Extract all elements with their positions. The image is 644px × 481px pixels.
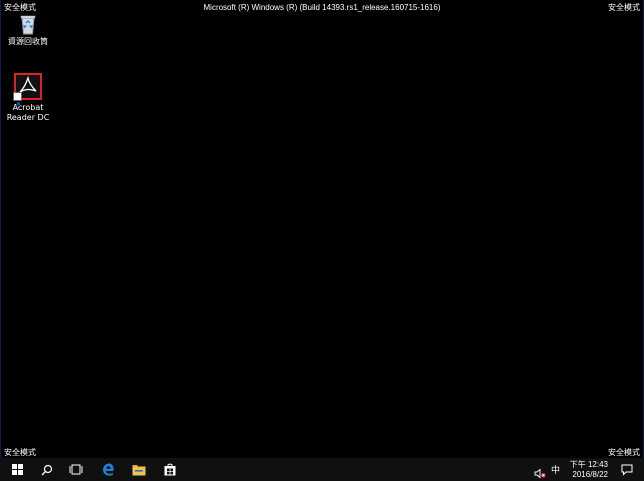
system-tray: 中 下午 12:43 2016/8/22 — [514, 458, 644, 481]
acrobat-reader-icon — [13, 73, 42, 108]
windows-logo-icon — [11, 464, 23, 475]
desktop-icon-label: 資源回收筒 — [8, 37, 48, 46]
store-button[interactable] — [155, 458, 185, 481]
notification-icon — [621, 464, 633, 476]
search-button[interactable] — [32, 458, 62, 481]
desktop-icon-recycle-bin[interactable]: 資源回收筒 — [3, 11, 53, 47]
file-explorer-button[interactable] — [124, 458, 154, 481]
store-icon — [164, 463, 176, 476]
safe-mode-label-bottom-right: 安全模式 — [608, 448, 640, 457]
windows-build-watermark: Microsoft (R) Windows (R) (Build 14393.r… — [203, 3, 441, 12]
folder-icon — [132, 464, 146, 475]
edge-button[interactable] — [93, 458, 123, 481]
desktop-icon-acrobat-reader[interactable]: Acrobat Reader DC — [3, 73, 53, 123]
ime-indicator[interactable]: 中 — [551, 463, 560, 476]
edge-icon — [102, 463, 114, 476]
start-button[interactable] — [2, 458, 32, 481]
taskbar: 中 下午 12:43 2016/8/22 — [0, 458, 644, 481]
desktop[interactable]: 安全模式 安全模式 安全模式 安全模式 Microsoft (R) Window… — [0, 0, 644, 458]
clock-date: 2016/8/22 — [572, 470, 608, 479]
action-center-button[interactable] — [616, 461, 638, 479]
shortcut-arrow-icon — [13, 92, 22, 108]
desktop-icon-label: Acrobat Reader DC — [6, 103, 50, 122]
volume-muted-icon[interactable] — [534, 464, 546, 481]
recycle-bin-icon — [15, 11, 41, 37]
clock-time: 下午 12:43 — [569, 460, 608, 469]
safe-mode-label-bottom-left: 安全模式 — [4, 448, 36, 457]
task-view-icon — [69, 464, 83, 475]
clock[interactable]: 下午 12:43 2016/8/22 — [570, 460, 608, 480]
task-view-button[interactable] — [61, 458, 91, 481]
search-icon — [41, 464, 53, 475]
